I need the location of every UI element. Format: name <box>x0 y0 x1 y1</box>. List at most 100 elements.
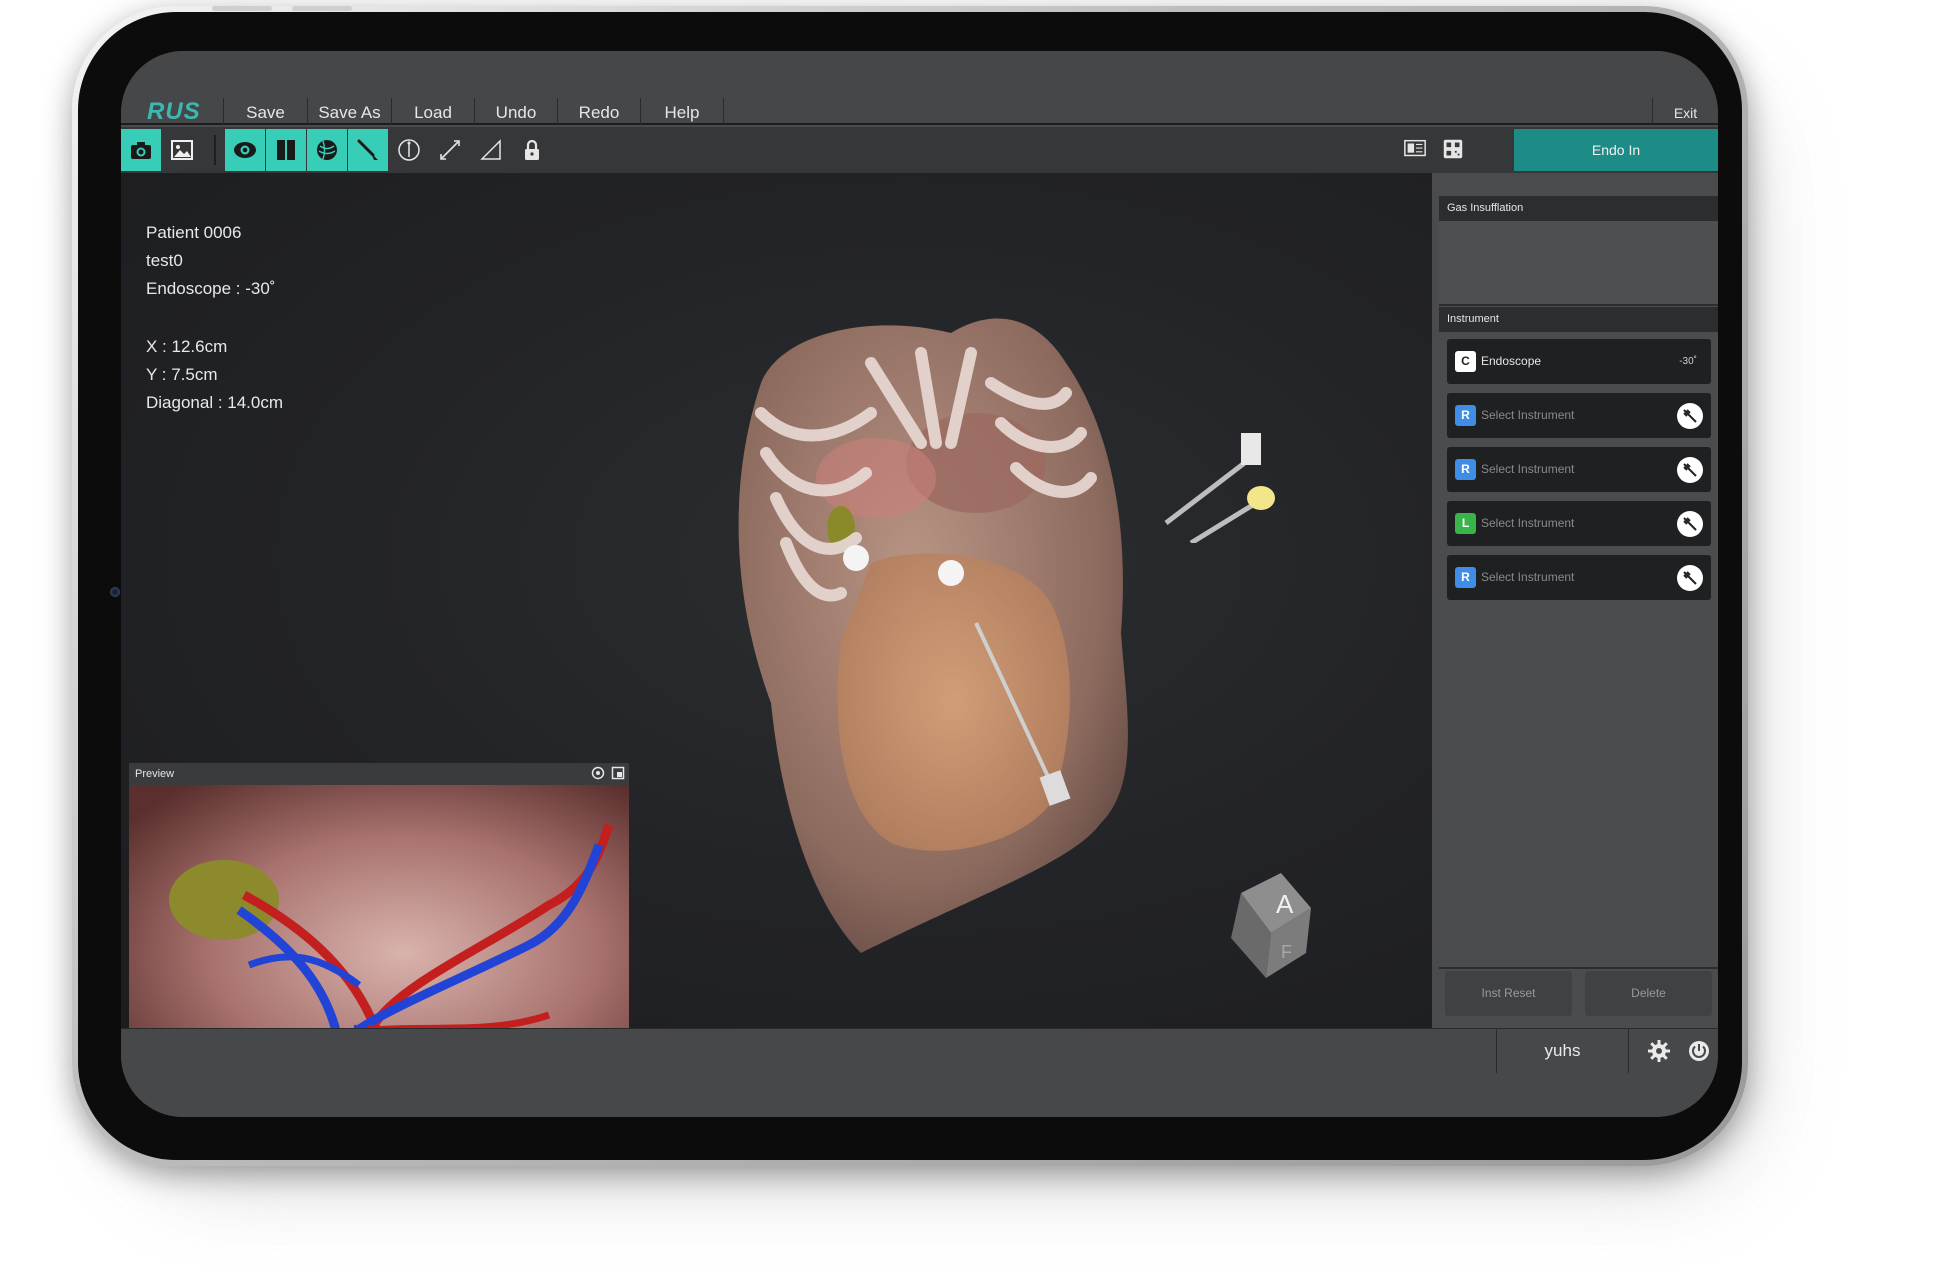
gas-insufflation-header: Gas Insufflation <box>1439 196 1718 221</box>
volume-button <box>292 6 352 11</box>
torso-3d-model[interactable] <box>721 303 1181 963</box>
instrument-slot-endoscope[interactable]: C Endoscope -30˚ <box>1447 339 1711 384</box>
surgical-tool-icon <box>1683 409 1697 423</box>
delete-button[interactable]: Delete <box>1585 971 1712 1016</box>
instrument-slot-4[interactable]: R Select Instrument <box>1447 555 1711 600</box>
instrument-slot-1[interactable]: R Select Instrument <box>1447 393 1711 438</box>
lock-tool-button[interactable] <box>512 129 552 171</box>
app-screen: RUS Save Save As Load Undo Redo Help Exi… <box>121 51 1718 1117</box>
surgical-tool-icon <box>1683 517 1697 531</box>
circle-measure-tool-button[interactable] <box>389 129 429 171</box>
inst-reset-button[interactable]: Inst Reset <box>1445 971 1572 1016</box>
user-name[interactable]: yuhs <box>1496 1029 1629 1073</box>
angle-icon <box>480 139 501 160</box>
patient-id: Patient 0006 <box>146 223 242 242</box>
scalpel-tool-button[interactable] <box>348 129 388 171</box>
preview-title: Preview <box>135 768 175 780</box>
eye-tool-button[interactable] <box>225 129 265 171</box>
menu-bar: RUS Save Save As Load Undo Redo Help Exi… <box>121 98 1718 125</box>
surgical-tool-icon <box>1683 571 1697 585</box>
gear-icon <box>1648 1040 1670 1062</box>
globe-tool-button[interactable] <box>307 129 347 171</box>
rotate-view-icon[interactable] <box>591 766 605 780</box>
orientation-cube[interactable]: A F <box>1211 863 1331 983</box>
preview-header: Preview <box>129 763 629 785</box>
menu-redo[interactable]: Redo <box>558 98 641 125</box>
measurement-x: X : 12.6cm <box>146 337 228 356</box>
qr-code-button[interactable] <box>1436 133 1470 165</box>
instrument-header: Instrument <box>1439 307 1718 332</box>
panel-divider <box>1439 967 1718 969</box>
lock-icon <box>525 139 539 160</box>
bottom-bar: yuhs <box>121 1028 1718 1117</box>
ruler-icon <box>440 140 460 160</box>
instrument-badge: R <box>1455 459 1476 480</box>
angle-tool-button[interactable] <box>471 129 511 171</box>
instrument-slot-3[interactable]: L Select Instrument <box>1447 501 1711 546</box>
cube-front-label: A <box>1276 889 1294 919</box>
endoscope-instrument[interactable] <box>1161 423 1281 543</box>
menu-undo[interactable]: Undo <box>475 98 558 125</box>
power-icon <box>1689 1041 1709 1061</box>
camera-tool-button[interactable] <box>121 129 161 171</box>
ruler-tool-button[interactable] <box>430 129 470 171</box>
instrument-label: Select Instrument <box>1481 570 1575 584</box>
menu-load[interactable]: Load <box>392 98 475 125</box>
image-tool-button[interactable] <box>162 129 202 171</box>
measurement-diagonal: Diagonal : 14.0cm <box>146 393 284 412</box>
scalpel-icon <box>357 139 378 160</box>
eye-icon <box>234 142 256 158</box>
circle-measure-icon <box>398 139 420 161</box>
globe-icon <box>317 140 337 160</box>
front-camera <box>110 587 120 597</box>
layout-view-button[interactable] <box>1398 133 1432 165</box>
instrument-badge: C <box>1455 351 1476 372</box>
instrument-badge: L <box>1455 513 1476 534</box>
instrument-label: Select Instrument <box>1481 462 1575 476</box>
exit-button[interactable]: Exit <box>1652 98 1718 125</box>
split-view-icon <box>277 140 295 160</box>
menu-save[interactable]: Save <box>224 98 308 125</box>
image-icon <box>171 140 193 160</box>
3d-viewport[interactable]: Patient 0006 test0 Endoscope : -30˚ X : … <box>121 173 1432 1117</box>
app-logo: RUS <box>121 98 224 125</box>
instrument-tool-button[interactable] <box>1677 403 1703 429</box>
instrument-label: Select Instrument <box>1481 408 1575 422</box>
instrument-tool-button[interactable] <box>1677 457 1703 483</box>
power-button[interactable] <box>1685 1037 1713 1065</box>
patient-info: Patient 0006 test0 Endoscope : -30˚ <box>146 219 275 303</box>
instrument-slot-2[interactable]: R Select Instrument <box>1447 447 1711 492</box>
qr-code-icon <box>1443 139 1463 159</box>
endoscope-angle: Endoscope : -30˚ <box>146 279 276 298</box>
preview-controls <box>591 766 625 780</box>
gas-insufflation-area <box>1439 221 1718 306</box>
right-panel: Gas Insufflation Instrument C Endoscope … <box>1439 196 1718 1029</box>
toolbar-divider <box>214 135 216 165</box>
menu-save-as[interactable]: Save As <box>308 98 392 125</box>
volume-button <box>212 6 272 11</box>
settings-button[interactable] <box>1645 1037 1673 1065</box>
layout-view-icon <box>1404 139 1426 157</box>
case-name: test0 <box>146 251 183 270</box>
instrument-badge: R <box>1455 405 1476 426</box>
trocar-port-left <box>843 545 869 571</box>
measurement-info: X : 12.6cm Y : 7.5cm Diagonal : 14.0cm <box>146 333 283 417</box>
instrument-label: Endoscope <box>1481 354 1542 368</box>
endo-in-button[interactable]: Endo In <box>1514 129 1718 171</box>
instrument-label: Select Instrument <box>1481 516 1575 530</box>
intestines <box>837 553 1070 851</box>
camera-icon <box>131 142 151 159</box>
toolbar: Endo In <box>121 127 1718 173</box>
split-view-tool-button[interactable] <box>266 129 306 171</box>
instrument-tool-button[interactable] <box>1677 565 1703 591</box>
instrument-angle: -30˚ <box>1679 356 1697 367</box>
measurement-y: Y : 7.5cm <box>146 365 218 384</box>
liver <box>816 438 936 518</box>
maximize-icon[interactable] <box>611 766 625 780</box>
instrument-tool-button[interactable] <box>1677 511 1703 537</box>
trocar-port-center <box>938 560 964 586</box>
menu-help[interactable]: Help <box>641 98 724 125</box>
instrument-badge: R <box>1455 567 1476 588</box>
surgical-tool-icon <box>1683 463 1697 477</box>
cube-bottom-label: F <box>1281 942 1292 962</box>
